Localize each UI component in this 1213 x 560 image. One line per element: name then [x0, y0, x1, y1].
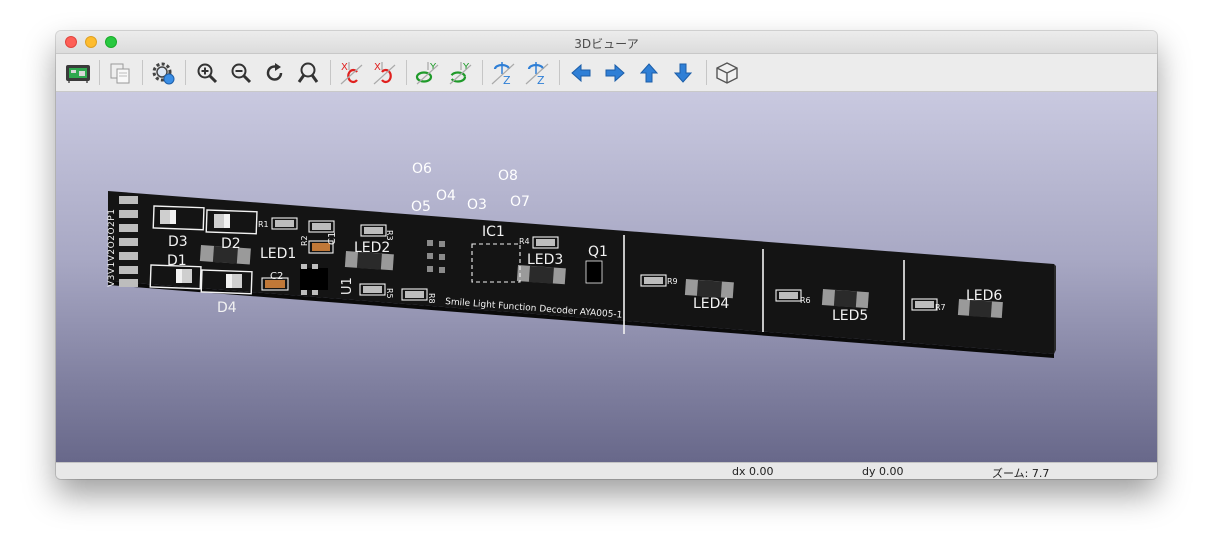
ref-led5: LED5 — [832, 308, 868, 324]
svg-text:X: X — [341, 62, 348, 73]
ref-led1: LED1 — [260, 246, 296, 262]
ref-ic1: IC1 — [482, 224, 505, 240]
viewer-window: 3Dビューア X X Y Y Z Z V3V1V2O2O2P1 D3 D2 D1… — [56, 31, 1157, 479]
arrow-left-icon — [571, 63, 591, 83]
arrow-down-icon — [673, 63, 693, 83]
arrow-up-icon — [639, 63, 659, 83]
copy-image-button[interactable] — [105, 58, 135, 88]
status-bar: dx 0.00 dy 0.00 ズーム: 7.7 — [56, 462, 1157, 479]
svg-text:Z: Z — [537, 74, 545, 86]
ref-d4: D4 — [217, 300, 237, 316]
rotate-z-cw-icon: Z — [491, 62, 515, 86]
ref-led3: LED3 — [527, 252, 563, 268]
ref-c1: C1 — [327, 232, 338, 245]
settings-button[interactable] — [148, 58, 178, 88]
zoom-out-button[interactable] — [226, 58, 256, 88]
ref-r2: R2 — [300, 235, 309, 246]
ref-r6: R6 — [800, 296, 811, 305]
redraw-icon — [266, 63, 283, 81]
pad-label-o3: O3 — [467, 197, 487, 213]
ref-r1: R1 — [258, 220, 269, 229]
rotate-x-cw-icon: X — [340, 62, 363, 85]
rotate-x-ccw-icon: X — [373, 62, 396, 85]
rotate-z-ccw-button[interactable]: Z — [522, 58, 552, 88]
ref-d3: D3 — [168, 234, 188, 250]
ref-c2: C2 — [270, 271, 283, 282]
ortho-toggle-button[interactable] — [712, 58, 742, 88]
pad-label-o8: O8 — [498, 168, 518, 184]
ref-r4: R4 — [519, 237, 530, 246]
zoom-in-button[interactable] — [192, 58, 222, 88]
zoom-fit-icon — [297, 62, 319, 83]
cube-icon — [716, 62, 738, 84]
title-bar: 3Dビューア — [56, 31, 1157, 54]
ref-r7: R7 — [935, 303, 946, 312]
rotate-z-cw-button[interactable]: Z — [488, 58, 518, 88]
pad-label-o5: O5 — [411, 199, 431, 215]
rotate-y-ccw-button[interactable]: Y — [445, 58, 475, 88]
status-zoom: ズーム: 7.7 — [992, 467, 1050, 479]
ref-r8: R8 — [427, 293, 436, 304]
ref-r3: R3 — [385, 230, 394, 241]
status-dx: dx 0.00 — [732, 465, 774, 478]
ref-r9: R9 — [667, 277, 678, 286]
ref-u1: U1 — [340, 277, 355, 295]
rotate-y-cw-button[interactable]: Y — [412, 58, 442, 88]
pcb-3d-model: V3V1V2O2O2P1 D3 D2 D1 D4 LED1 LED2 LED3 … — [107, 161, 1056, 358]
ref-led6: LED6 — [966, 288, 1002, 304]
render-raytracing-button[interactable] — [63, 58, 93, 88]
svg-text:X: X — [374, 62, 381, 73]
ref-led4: LED4 — [693, 296, 729, 312]
pad-label-o7: O7 — [510, 194, 530, 210]
rotate-x-ccw-button[interactable]: X — [369, 58, 399, 88]
arrow-right-icon — [605, 63, 625, 83]
edge-connector-label: V3V1V2O2O2P1 — [107, 209, 117, 287]
ref-r5: R5 — [385, 288, 394, 299]
svg-text:Z: Z — [503, 74, 511, 86]
zoom-fit-button[interactable] — [293, 58, 323, 88]
pad-label-o6: O6 — [412, 161, 432, 177]
status-dy: dy 0.00 — [862, 465, 904, 478]
3d-viewport[interactable]: V3V1V2O2O2P1 D3 D2 D1 D4 LED1 LED2 LED3 … — [56, 92, 1157, 462]
window-title: 3Dビューア — [574, 37, 639, 51]
copy-icon — [110, 63, 130, 84]
ref-led2: LED2 — [354, 240, 390, 256]
move-right-button[interactable] — [600, 58, 630, 88]
rotate-y-ccw-icon: Y — [449, 62, 472, 85]
ref-d2: D2 — [221, 236, 241, 252]
rotate-z-ccw-icon: Z — [525, 62, 549, 86]
ref-d1: D1 — [167, 253, 187, 269]
rotate-y-cw-icon: Y — [415, 62, 439, 85]
redraw-button[interactable] — [260, 58, 290, 88]
move-left-button[interactable] — [566, 58, 596, 88]
toolbar: X X Y Y Z Z — [56, 54, 1157, 92]
gear-icon — [152, 62, 175, 85]
ref-q1: Q1 — [588, 244, 608, 260]
move-up-button[interactable] — [634, 58, 664, 88]
pcb-board — [108, 191, 1054, 354]
zoom-in-icon — [197, 63, 218, 84]
pad-label-o4: O4 — [436, 188, 456, 204]
zoom-out-icon — [231, 63, 252, 84]
move-down-button[interactable] — [668, 58, 698, 88]
pcb-render-icon — [66, 65, 90, 83]
rotate-x-cw-button[interactable]: X — [336, 58, 366, 88]
